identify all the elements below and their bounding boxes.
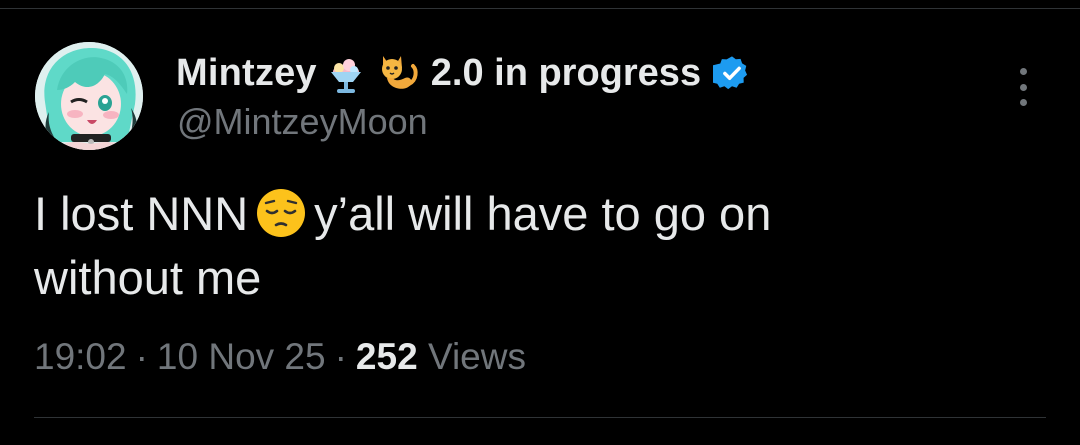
tweet-date[interactable]: 10 Nov 25 bbox=[157, 336, 326, 377]
tweet-text-segment: y’all will have to go on bbox=[314, 187, 772, 240]
shaved-ice-icon bbox=[323, 50, 369, 96]
tweet-text-line-2: without me bbox=[34, 251, 262, 304]
author-name-suffix[interactable]: 2.0 in progress bbox=[431, 52, 701, 95]
tweet-text-segment: I lost NNN bbox=[34, 187, 249, 240]
views-count: 252 bbox=[355, 336, 418, 377]
separator: · bbox=[135, 336, 148, 377]
more-dot bbox=[1019, 83, 1027, 91]
cat-icon bbox=[375, 50, 421, 96]
tweet-text: I lost NNN y’all will have to go on with… bbox=[34, 182, 1034, 310]
author-display-name[interactable]: Mintzey bbox=[176, 52, 317, 95]
tweet-text-line-1: I lost NNN y’all will have to go on bbox=[34, 182, 1034, 246]
tweet-meta: 19:02 · 10 Nov 25 · 252 Views bbox=[34, 336, 526, 378]
verified-badge-icon[interactable] bbox=[709, 54, 751, 92]
author-name-row[interactable]: Mintzey 2.0 in progress bbox=[176, 44, 751, 102]
anime-avatar-icon bbox=[35, 42, 143, 150]
bottom-divider bbox=[34, 417, 1046, 418]
more-dot bbox=[1019, 99, 1027, 106]
top-divider bbox=[0, 8, 1080, 9]
more-dot bbox=[1019, 68, 1027, 75]
separator: · bbox=[334, 336, 347, 377]
pensive-face-icon bbox=[254, 186, 308, 240]
avatar[interactable] bbox=[35, 42, 143, 150]
tweet-time[interactable]: 19:02 bbox=[34, 336, 127, 377]
views-label: Views bbox=[427, 336, 526, 377]
more-options-icon[interactable] bbox=[1008, 66, 1038, 108]
author-handle[interactable]: @MintzeyMoon bbox=[177, 101, 428, 143]
